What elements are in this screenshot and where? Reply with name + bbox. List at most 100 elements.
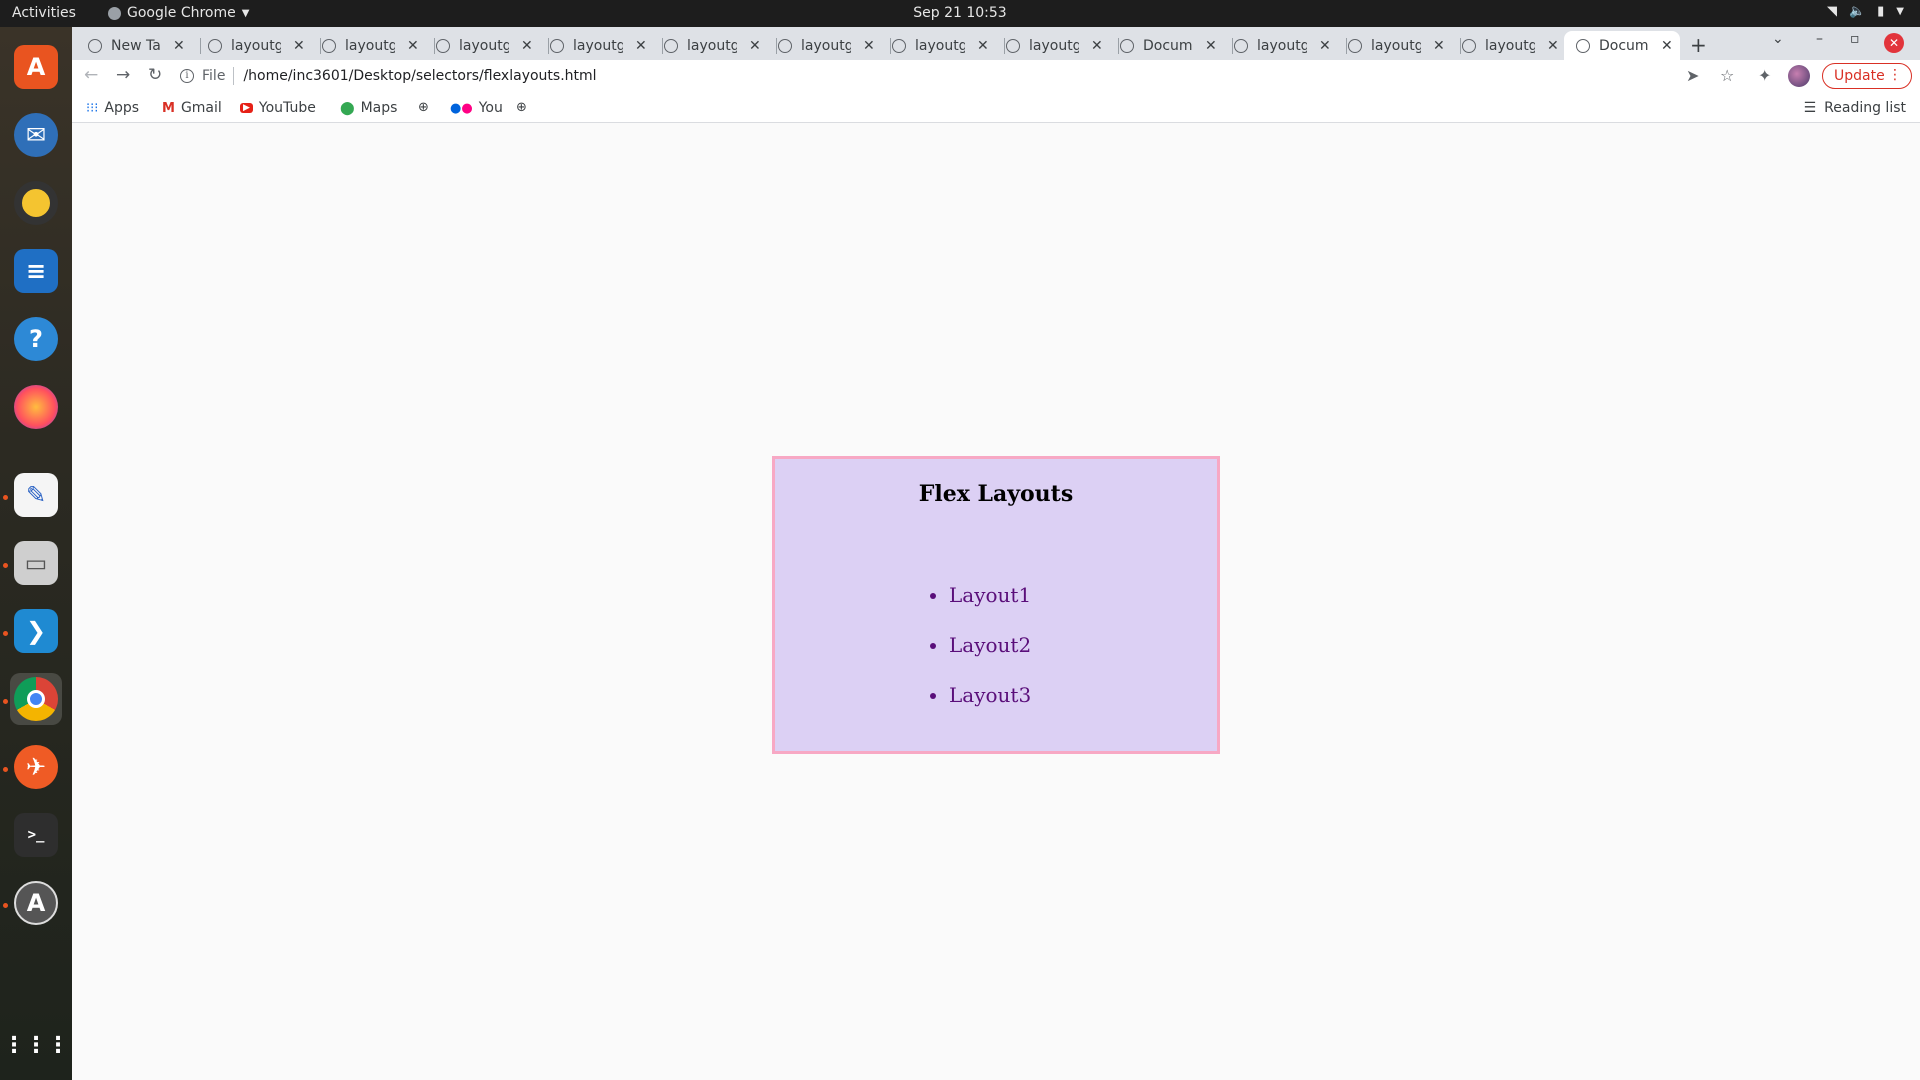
url-text[interactable]: /home/inc3601/Desktop/selectors/flexlayo… (243, 68, 596, 84)
bookmark-label: YouTube (258, 100, 316, 116)
activities-button[interactable]: Activities (12, 5, 76, 21)
tab[interactable]: layoutg ✕ (778, 31, 891, 60)
tab-close-icon[interactable]: ✕ (1319, 38, 1331, 54)
tab-title: layoutg (573, 37, 623, 54)
tab-favicon-icon (1348, 38, 1362, 53)
dock-help[interactable]: ? (10, 313, 62, 365)
tab-title: layoutg (801, 37, 851, 54)
tab-close-icon[interactable]: ✕ (1547, 38, 1559, 54)
dock-terminal[interactable]: >_ (10, 809, 62, 861)
layout2-link[interactable]: Layout2 (949, 633, 1031, 657)
dock-rhythmbox[interactable] (10, 177, 62, 229)
browser-toolbar: ← → ↻ i File /home/inc3601/Desktop/selec… (72, 60, 1920, 93)
tab-title: New Ta (111, 37, 161, 54)
bookmark-star-icon[interactable]: ☆ (1720, 66, 1734, 85)
tab-close-icon[interactable]: ✕ (863, 38, 875, 54)
system-tray[interactable]: ◥ 🔈 ▮ ▼ (1827, 4, 1904, 19)
dock-firefox[interactable] (10, 381, 62, 433)
tab-title: Docum (1599, 37, 1649, 54)
profile-avatar[interactable] (1788, 65, 1810, 87)
text-editor-icon: ✎ (14, 473, 58, 517)
dock-files[interactable]: ▭ (10, 537, 62, 589)
caret-down-icon: ▼ (241, 7, 250, 19)
files-icon: ▭ (14, 541, 58, 585)
dock-postman[interactable]: ✈ (10, 741, 62, 793)
tab[interactable]: New Ta ✕ (88, 31, 201, 60)
tab-close-icon[interactable]: ✕ (293, 38, 305, 54)
dock-vscode[interactable]: ❯ (10, 605, 62, 657)
software-updater-icon: A (14, 881, 58, 925)
bookmark-gmail[interactable]: M Gmail (162, 100, 222, 116)
site-info-icon[interactable]: i (180, 68, 194, 83)
bookmark-globe-2[interactable]: ⊕ (516, 100, 527, 115)
bookmark-apps[interactable]: ⁝⁝⁝ Apps (86, 100, 139, 116)
rhythmbox-icon (14, 181, 58, 225)
tab-favicon-icon (1006, 38, 1020, 53)
bookmark-youtube[interactable]: ▶ YouTube (240, 100, 316, 116)
dock-show-apps[interactable]: ⋮⋮⋮ (3, 1019, 69, 1071)
tab[interactable]: layoutg ✕ (436, 31, 549, 60)
reload-button[interactable]: ↻ (148, 65, 162, 85)
extensions-icon[interactable]: ✦ (1758, 66, 1771, 85)
tab-close-icon[interactable]: ✕ (1091, 38, 1103, 54)
tab-close-icon[interactable]: ✕ (521, 38, 533, 54)
dock-chrome[interactable] (10, 673, 62, 725)
clock[interactable]: Sep 21 10:53 (913, 5, 1006, 21)
tab-close-icon[interactable]: ✕ (1661, 38, 1673, 54)
tab-search-icon[interactable]: ⌄ (1772, 31, 1784, 47)
tab[interactable]: Docum ✕ (1120, 31, 1233, 60)
tab[interactable]: layoutg ✕ (322, 31, 435, 60)
chrome-window: New Ta ✕ layoutg ✕ layoutg ✕ layoutg ✕ l… (72, 27, 1920, 1080)
tab-close-icon[interactable]: ✕ (977, 38, 989, 54)
tab-close-icon[interactable]: ✕ (1433, 38, 1445, 54)
close-window-button[interactable]: ✕ (1884, 33, 1904, 53)
page-heading: Flex Layouts (918, 481, 1074, 507)
tab-strip: New Ta ✕ layoutg ✕ layoutg ✕ layoutg ✕ l… (72, 27, 1920, 60)
tab[interactable]: layoutg ✕ (1348, 31, 1461, 60)
bookmark-label: Apps (104, 100, 140, 116)
minimize-button[interactable]: – (1816, 31, 1823, 47)
wifi-icon: ◥ (1826, 4, 1837, 19)
flickr-icon: ●● (450, 100, 473, 116)
update-button[interactable]: Update ⋮ (1822, 63, 1912, 89)
back-button[interactable]: ← (84, 65, 98, 85)
forward-button[interactable]: → (116, 65, 130, 85)
layout3-link[interactable]: Layout3 (949, 683, 1031, 707)
chrome-app-icon (108, 6, 121, 20)
tab-close-icon[interactable]: ✕ (407, 38, 419, 54)
tab[interactable]: layoutg ✕ (892, 31, 1005, 60)
dock-software-updater[interactable]: A (10, 877, 62, 929)
dock-running-indicator (3, 631, 8, 636)
dock-text-editor[interactable]: ✎ (10, 469, 62, 521)
tab[interactable]: layoutg ✕ (208, 31, 321, 60)
tab-close-icon[interactable]: ✕ (749, 38, 761, 54)
dock-running-indicator (3, 699, 8, 704)
tab-close-icon[interactable]: ✕ (173, 38, 185, 54)
address-bar[interactable]: i File /home/inc3601/Desktop/selectors/f… (180, 61, 1680, 90)
list-item: Layout2 (949, 633, 1031, 657)
maximize-button[interactable]: ▫ (1850, 31, 1860, 47)
dock-writer[interactable]: ≡ (10, 245, 62, 297)
tray-menu-icon: ▼ (1896, 6, 1904, 17)
tab-close-icon[interactable]: ✕ (635, 38, 647, 54)
tab[interactable]: layoutg ✕ (550, 31, 663, 60)
send-icon[interactable]: ➤ (1686, 66, 1699, 85)
tab[interactable]: layoutg ✕ (1462, 31, 1572, 60)
flex-layouts-box: Flex Layouts Layout1 Layout2 Layout3 (772, 456, 1220, 754)
layout1-link[interactable]: Layout1 (949, 583, 1031, 607)
bookmark-maps[interactable]: ⬤ Maps (340, 100, 397, 116)
bookmark-globe[interactable]: ⊕ (418, 100, 429, 115)
bookmark-you[interactable]: ●● You (450, 100, 503, 116)
reading-list-button[interactable]: ☰ Reading list (1804, 100, 1906, 116)
tab[interactable]: layoutg ✕ (664, 31, 777, 60)
tab-close-icon[interactable]: ✕ (1205, 38, 1217, 54)
tab-active[interactable]: Docum ✕ (1564, 31, 1680, 60)
new-tab-button[interactable]: + (1690, 33, 1707, 57)
tab[interactable]: layoutg ✕ (1006, 31, 1119, 60)
app-menu[interactable]: Google Chrome ▼ (108, 5, 249, 21)
tab-favicon-icon (892, 38, 906, 53)
page-viewport: Flex Layouts Layout1 Layout2 Layout3 (72, 124, 1920, 1080)
dock-software-center[interactable]: A (10, 41, 62, 93)
tab[interactable]: layoutg ✕ (1234, 31, 1347, 60)
dock-thunderbird[interactable]: ✉ (10, 109, 62, 161)
